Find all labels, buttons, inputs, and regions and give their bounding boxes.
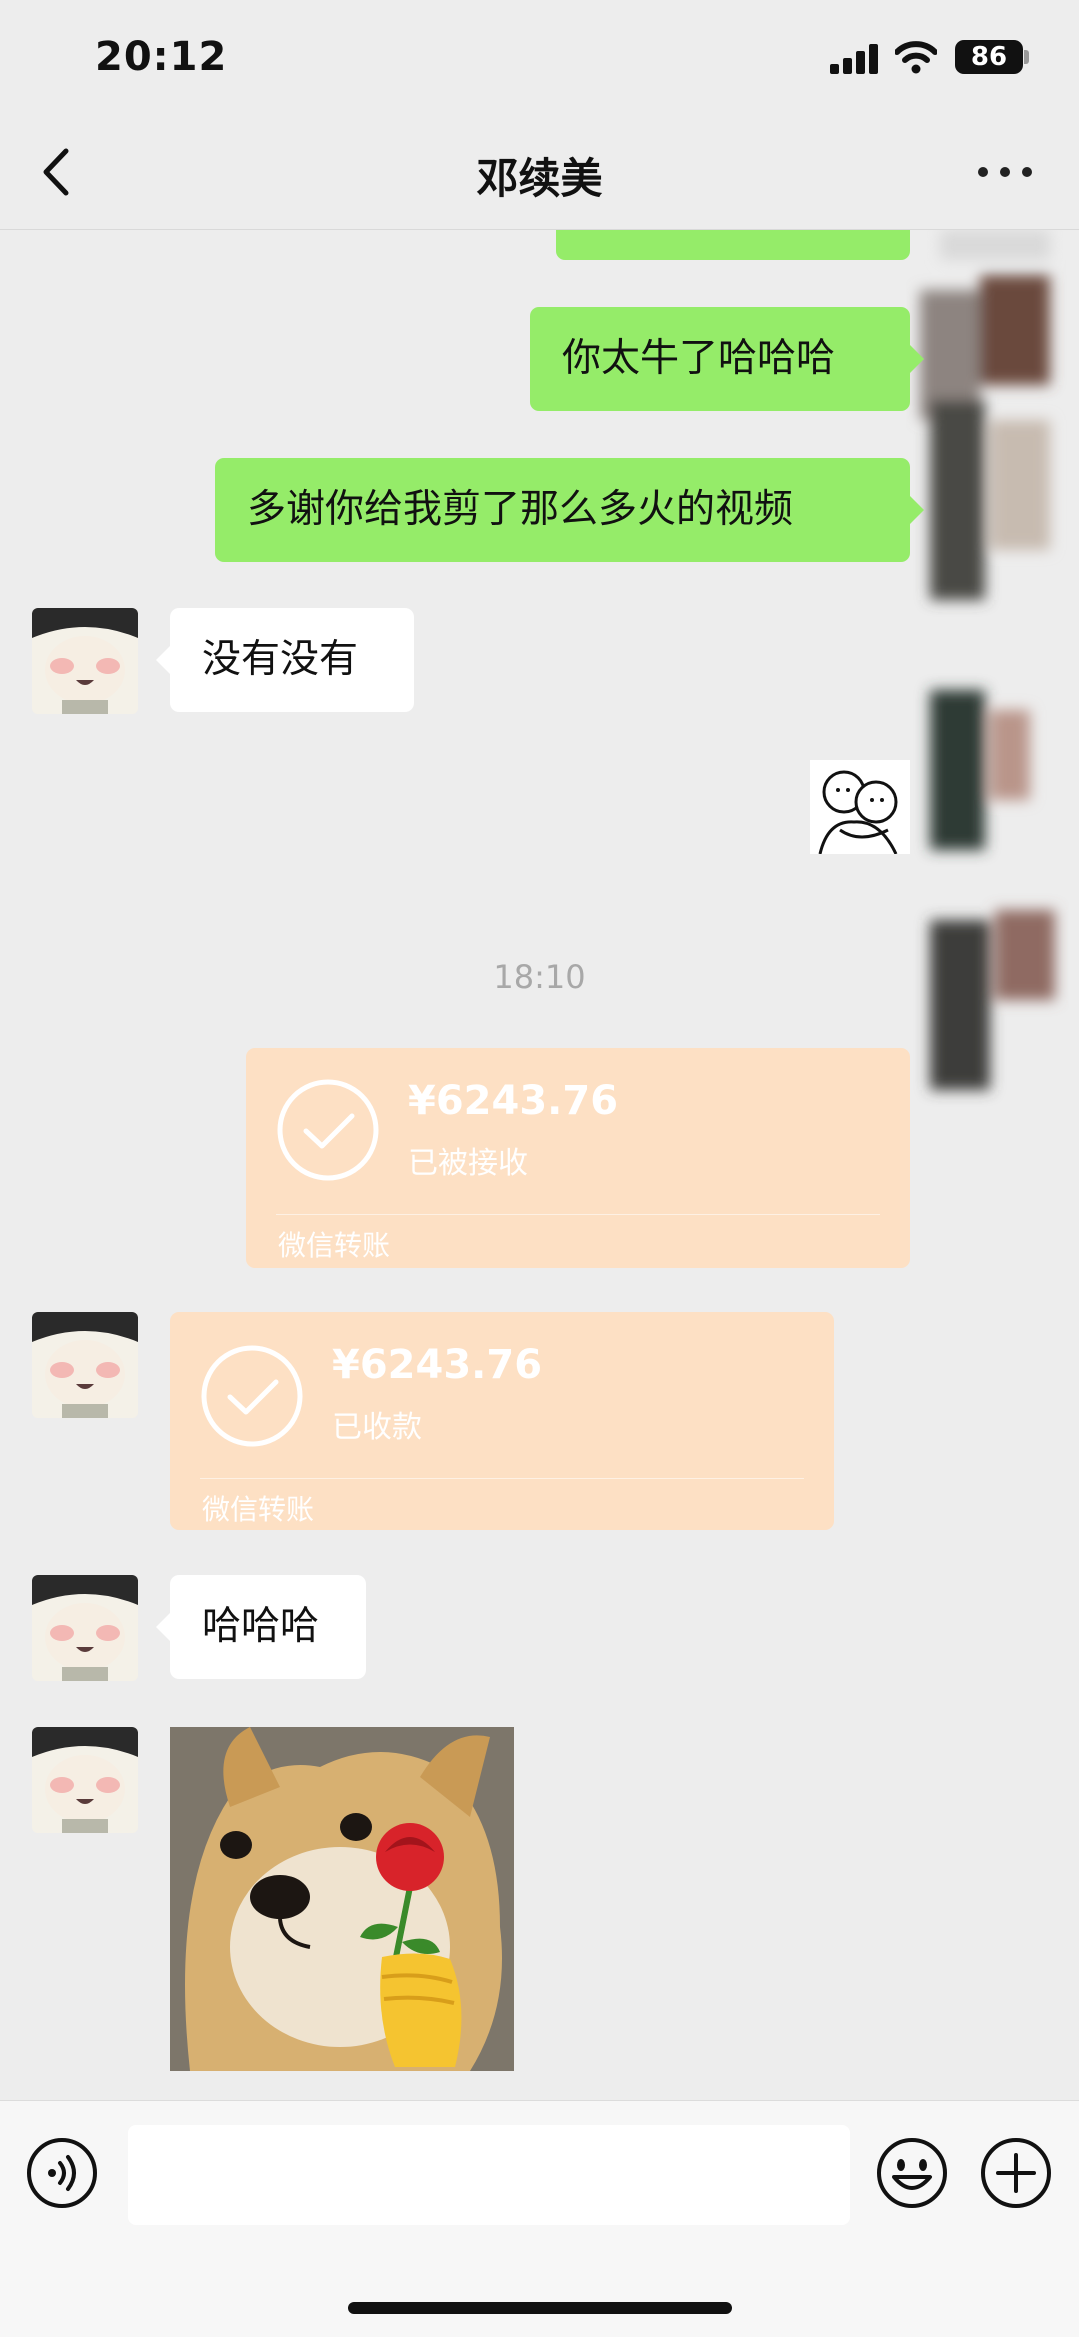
- avatar[interactable]: [32, 1727, 138, 1833]
- avatar-face-icon: [32, 1312, 138, 1418]
- hug-sticker[interactable]: [810, 760, 910, 854]
- transfer-status: 已被接收: [408, 1146, 528, 1181]
- transfer-label: 微信转账: [278, 1229, 391, 1262]
- transfer-card-sent[interactable]: ¥6243.76 已被接收 微信转账: [246, 1048, 910, 1268]
- battery-tip: [1024, 50, 1029, 64]
- battery-indicator: 86: [955, 40, 1023, 74]
- message-bubble-sent[interactable]: 你太牛了哈哈哈: [530, 307, 924, 411]
- transfer-divider: [200, 1478, 804, 1479]
- avatar[interactable]: [32, 1312, 138, 1418]
- sent-bubble-partial: [556, 230, 910, 260]
- voice-icon[interactable]: [26, 2137, 98, 2209]
- message-input[interactable]: [128, 2125, 850, 2225]
- message-bubble-received[interactable]: 没有没有: [156, 608, 414, 712]
- transfer-amount: ¥6243.76: [408, 1078, 619, 1124]
- home-indicator: [348, 2302, 732, 2314]
- transfer-card-received[interactable]: ¥6243.76 已收款 微信转账: [170, 1312, 834, 1530]
- timestamp: 18:10: [493, 958, 586, 996]
- check-circle-icon: [277, 1079, 379, 1181]
- check-circle-icon: [201, 1345, 303, 1447]
- message-bubble-received[interactable]: 哈哈哈: [156, 1575, 366, 1679]
- transfer-divider: [276, 1214, 880, 1215]
- transfer-label: 微信转账: [202, 1493, 315, 1526]
- signal-icon: [830, 44, 878, 74]
- plus-icon[interactable]: [980, 2137, 1052, 2209]
- wifi-icon: [895, 41, 937, 74]
- more-icon[interactable]: [975, 160, 1035, 184]
- avatar-face-icon: [32, 1727, 138, 1833]
- chat-title: 邓续美: [476, 154, 603, 203]
- status-time: 20:12: [95, 34, 228, 80]
- emoji-icon[interactable]: [876, 2137, 948, 2209]
- dog-rose-sticker[interactable]: [170, 1727, 514, 2071]
- avatar[interactable]: [32, 608, 138, 714]
- blurred-avatar-area: [920, 230, 1055, 1090]
- transfer-status: 已收款: [332, 1410, 422, 1445]
- transfer-amount: ¥6243.76: [332, 1342, 543, 1388]
- avatar-face-icon: [32, 608, 138, 714]
- avatar-face-icon: [32, 1575, 138, 1681]
- avatar[interactable]: [32, 1575, 138, 1681]
- message-bubble-sent[interactable]: 多谢你给我剪了那么多火的视频: [215, 458, 924, 562]
